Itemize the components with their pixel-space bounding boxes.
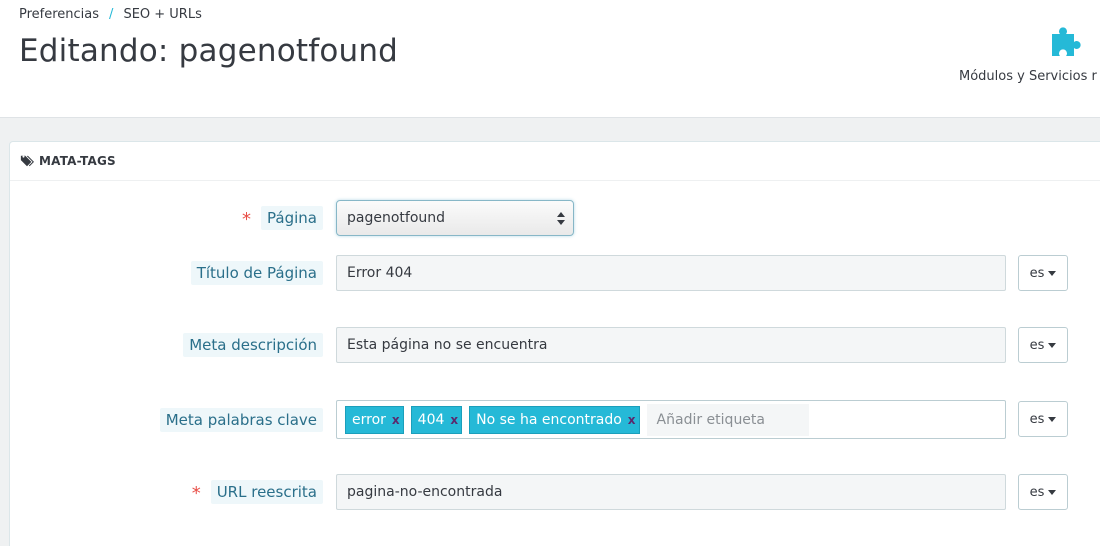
required-marker: *	[242, 209, 252, 230]
keyword-tag: error x	[345, 405, 404, 434]
page-title-lang-button[interactable]: es	[1018, 255, 1068, 291]
rewritten-url-value: pagina-no-encontrada	[347, 484, 503, 500]
remove-tag-icon[interactable]: x	[450, 413, 458, 427]
rewritten-url-input[interactable]: pagina-no-encontrada	[336, 474, 1006, 510]
page-header: Preferencias / SEO + URLs Editando: page…	[0, 0, 1100, 118]
meta-description-input[interactable]: Esta página no se encuentra	[336, 327, 1006, 363]
lang-label: es	[1029, 265, 1045, 281]
remove-tag-icon[interactable]: x	[392, 413, 400, 427]
remove-tag-icon[interactable]: x	[628, 413, 636, 427]
keyword-tag: No se ha encontrado x	[469, 405, 640, 434]
breadcrumb: Preferencias / SEO + URLs	[19, 7, 202, 22]
page-title-label: Título de Página	[190, 261, 323, 285]
rewritten-url-lang-button[interactable]: es	[1018, 474, 1068, 510]
meta-keywords-lang-button[interactable]: es	[1018, 401, 1068, 437]
meta-keywords-label-wrap: Meta palabras clave	[159, 400, 323, 439]
lang-label: es	[1029, 411, 1045, 427]
modules-services-label: Módulos y Servicios r	[959, 69, 1097, 84]
rewritten-url-label: URL reescrita	[210, 480, 323, 504]
keyword-tag-label: 404	[417, 411, 445, 428]
panel-heading-label: MATA-TAGS	[39, 154, 116, 168]
required-marker: *	[191, 483, 201, 504]
keyword-tag-label: No se ha encontrado	[476, 411, 622, 428]
meta-description-lang-button[interactable]: es	[1018, 327, 1068, 363]
breadcrumb-separator: /	[109, 7, 114, 22]
puzzle-icon	[1052, 27, 1081, 56]
meta-keywords-tags-input[interactable]: error x 404 x No se ha encontrado x Añad…	[336, 400, 1006, 439]
page-label-wrap: * Página	[242, 200, 323, 236]
tag-icon	[20, 155, 34, 167]
rewritten-url-label-wrap: * URL reescrita	[192, 474, 323, 510]
caret-down-icon	[1048, 342, 1057, 348]
page-title-value: Error 404	[347, 265, 413, 281]
lang-label: es	[1029, 337, 1045, 353]
modules-services-button[interactable]: Módulos y Servicios r	[950, 26, 1100, 92]
meta-tags-panel: MATA-TAGS * Página pagenotfound Título d…	[9, 141, 1100, 546]
keyword-tag: 404 x	[410, 405, 463, 434]
meta-description-label: Meta descripción	[183, 333, 323, 357]
breadcrumb-current[interactable]: SEO + URLs	[123, 7, 201, 22]
page-select[interactable]: pagenotfound	[336, 200, 574, 236]
meta-description-label-wrap: Meta descripción	[183, 327, 323, 363]
page-title-input[interactable]: Error 404	[336, 255, 1006, 291]
meta-description-value: Esta página no se encuentra	[347, 337, 548, 353]
panel-heading: MATA-TAGS	[10, 142, 1100, 181]
page-select-value: pagenotfound	[347, 210, 446, 226]
page-title-label-wrap: Título de Página	[190, 255, 323, 291]
lang-label: es	[1029, 484, 1045, 500]
page-label: Página	[261, 206, 323, 230]
page-title: Editando: pagenotfound	[19, 33, 399, 69]
meta-keywords-label: Meta palabras clave	[159, 407, 323, 432]
breadcrumb-parent[interactable]: Preferencias	[19, 7, 99, 22]
caret-down-icon	[1048, 270, 1057, 276]
select-arrows-icon	[557, 212, 565, 225]
caret-down-icon	[1048, 489, 1057, 495]
keyword-tag-label: error	[352, 411, 386, 428]
caret-down-icon	[1048, 416, 1057, 422]
add-tag-input[interactable]: Añadir etiqueta	[646, 403, 809, 436]
